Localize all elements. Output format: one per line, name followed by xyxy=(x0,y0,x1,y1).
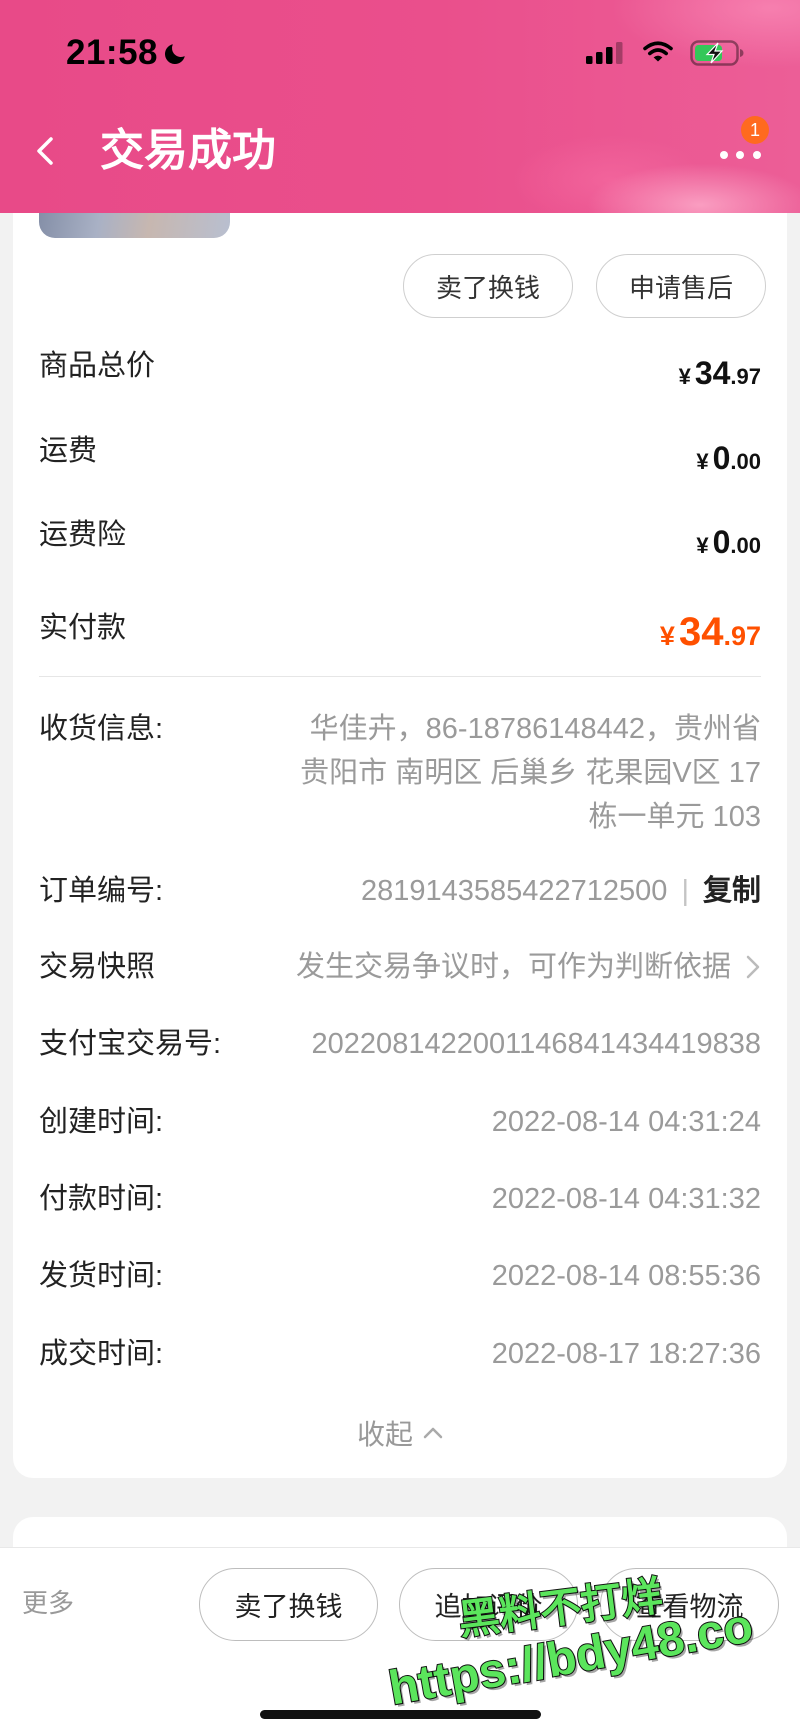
detail-label: 支付宝交易号: xyxy=(39,1028,222,1060)
moon-icon xyxy=(165,44,185,64)
signal-icon xyxy=(586,42,623,64)
price-integer: 34 xyxy=(678,610,724,654)
shipping-info-row: 收货信息: 华佳卉，86-18786148442，贵州省 贵阳市 南明区 后巢乡… xyxy=(39,711,761,833)
price-integer: 0 xyxy=(712,440,731,476)
sell-button[interactable]: 卖了换钱 xyxy=(199,1568,378,1641)
completed-time-row: 成交时间: 2022-08-17 18:27:36 xyxy=(39,1336,761,1372)
shipping-address: 华佳卉，86-18786148442，贵州省 贵阳市 南明区 后巢乡 花果园V区… xyxy=(300,707,761,839)
address-line: 栋一单元 103 xyxy=(588,801,761,833)
chevron-right-icon xyxy=(746,955,760,979)
copy-button[interactable]: 复制 xyxy=(703,873,761,909)
price-label: 运费 xyxy=(39,435,98,467)
nav-header: 21:58 交易成功 1 xyxy=(0,0,800,213)
detail-label: 订单编号: xyxy=(39,875,164,907)
currency-symbol: ¥ xyxy=(659,621,675,651)
currency-symbol: ¥ xyxy=(696,449,709,474)
completed-time: 2022-08-17 18:27:36 xyxy=(491,1338,761,1370)
notification-badge: 1 xyxy=(741,116,769,144)
currency-symbol: ¥ xyxy=(678,364,691,389)
price-label: 实付款 xyxy=(39,612,127,644)
trade-snapshot-row[interactable]: 交易快照 发生交易争议时，可作为判断依据 xyxy=(39,949,761,985)
price-label: 运费险 xyxy=(39,519,127,551)
collapse-label: 收起 xyxy=(356,1419,413,1450)
paid-time-row: 付款时间: 2022-08-14 04:31:32 xyxy=(39,1181,761,1217)
created-time-row: 创建时间: 2022-08-14 04:31:24 xyxy=(39,1104,761,1140)
order-detail-card: 卖了换钱 申请售后 商品总价 ¥ 34 .97 运费 ¥ 0 .00 运费险 ¥… xyxy=(13,150,787,1478)
price-row-subtotal: 商品总价 ¥ 34 .97 xyxy=(39,348,761,398)
price-decimal: .00 xyxy=(730,533,761,558)
page-title: 交易成功 xyxy=(100,126,276,175)
order-number-row: 订单编号: 2819143585422712500 | 复制 xyxy=(39,873,761,909)
price-decimal: .97 xyxy=(723,621,761,651)
detail-label: 成交时间: xyxy=(39,1338,164,1370)
sell-button[interactable]: 卖了换钱 xyxy=(403,254,573,318)
currency-symbol: ¥ xyxy=(696,533,709,558)
shipped-time-row: 发货时间: 2022-08-14 08:55:36 xyxy=(39,1258,761,1294)
price-row-paid-total: 实付款 ¥ 34 .97 xyxy=(39,610,761,660)
chevron-left-icon[interactable] xyxy=(34,136,56,166)
price-value: ¥ 0 .00 xyxy=(696,520,761,564)
detail-label: 交易快照 xyxy=(39,951,156,983)
price-integer: 0 xyxy=(712,524,731,560)
price-label: 商品总价 xyxy=(39,350,156,382)
more-button[interactable]: 更多 xyxy=(22,1585,74,1621)
price-value: ¥ 34 .97 xyxy=(679,351,761,395)
price-row-shipping: 运费 ¥ 0 .00 xyxy=(39,433,761,483)
detail-label: 收货信息: xyxy=(39,713,164,745)
alipay-number: 2022081422001146841434419838 xyxy=(311,1028,761,1060)
separator: | xyxy=(681,875,689,907)
detail-label: 创建时间: xyxy=(39,1106,164,1138)
price-decimal: .00 xyxy=(730,449,761,474)
price-value: ¥ 0 .00 xyxy=(696,436,761,480)
detail-label: 发货时间: xyxy=(39,1260,164,1292)
battery-charging-icon xyxy=(690,40,744,66)
price-decimal: .97 xyxy=(730,364,761,389)
snapshot-value[interactable]: 发生交易争议时，可作为判断依据 xyxy=(296,949,761,985)
address-line: 贵阳市 南明区 后巢乡 花果园V区 17 xyxy=(300,757,761,789)
paid-total-value: ¥ 34 .97 xyxy=(660,610,761,654)
created-time: 2022-08-14 04:31:24 xyxy=(491,1106,761,1138)
detail-label: 付款时间: xyxy=(39,1183,164,1215)
more-dots-icon[interactable] xyxy=(716,147,766,163)
shipped-time: 2022-08-14 08:55:36 xyxy=(491,1260,761,1292)
address-line: 华佳卉，86-18786148442，贵州省 xyxy=(309,713,761,745)
divider xyxy=(39,676,761,677)
after-sale-button[interactable]: 申请售后 xyxy=(596,254,766,318)
snapshot-hint: 发生交易争议时，可作为判断依据 xyxy=(295,951,731,983)
price-integer: 34 xyxy=(694,355,731,391)
price-row-shipping-insurance: 运费险 ¥ 0 .00 xyxy=(39,517,761,567)
wifi-icon xyxy=(643,41,673,62)
status-time: 21:58 xyxy=(66,33,159,72)
collapse-toggle[interactable]: 收起 xyxy=(13,1415,787,1451)
order-number: 2819143585422712500 xyxy=(360,875,668,907)
chevron-up-icon xyxy=(423,1427,443,1439)
paid-time: 2022-08-14 04:31:32 xyxy=(491,1183,761,1215)
order-number-value: 2819143585422712500 | 复制 xyxy=(361,873,761,909)
alipay-number-row: 支付宝交易号: 2022081422001146841434419838 xyxy=(39,1026,761,1062)
